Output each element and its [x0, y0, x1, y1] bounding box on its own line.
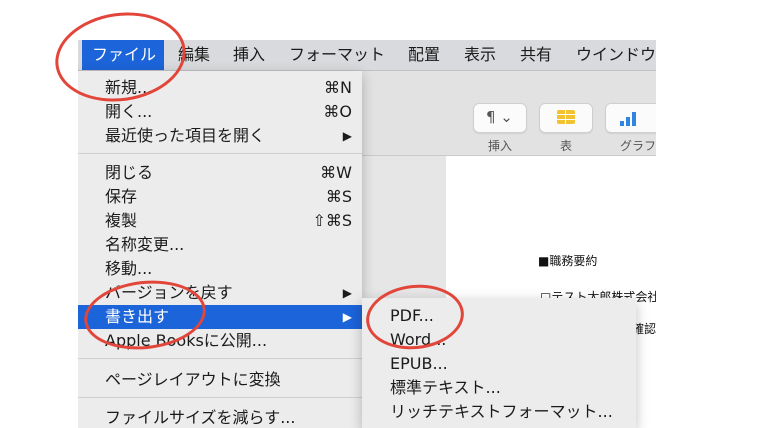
table-button[interactable]	[539, 103, 593, 133]
menu-insert[interactable]: 挿入	[233, 40, 265, 70]
app-screenshot: ファイル 編集 挿入 フォーマット 配置 表示 共有 ウインドウ ¶ ⌄ 挿入 …	[78, 40, 656, 428]
table-label: 表	[560, 139, 573, 153]
menu-item-open[interactable]: 開く... ⌘O	[78, 100, 362, 124]
menu-item-rename[interactable]: 名称変更...	[78, 233, 362, 257]
menu-arrange[interactable]: 配置	[408, 40, 440, 70]
chart-icon	[620, 112, 640, 126]
file-menu: 新規... ⌘N 開く... ⌘O 最近使った項目を開く ▶ 閉じる ⌘W 保存 ⌘S 複…	[78, 71, 362, 428]
insert-label: 挿入	[488, 139, 513, 153]
menu-item-open-recent[interactable]: 最近使った項目を開く ▶	[78, 124, 362, 148]
chart-button[interactable]	[605, 103, 656, 133]
menu-format[interactable]: フォーマット	[289, 40, 385, 70]
chevron-right-icon: ▶	[342, 286, 352, 300]
menu-item-save[interactable]: 保存 ⌘S	[78, 185, 362, 209]
menu-window[interactable]: ウインドウ	[576, 40, 656, 70]
menu-item-close[interactable]: 閉じる ⌘W	[78, 161, 362, 185]
export-plain-text[interactable]: 標準テキスト...	[362, 376, 636, 400]
menu-item-duplicate[interactable]: 複製 ⇧⌘S	[78, 209, 362, 233]
toolbar: ¶ ⌄ 挿入 表 グラフ	[361, 71, 656, 156]
insert-button[interactable]: ¶ ⌄	[473, 103, 527, 133]
pilcrow-icon: ¶ ⌄	[486, 108, 513, 126]
menu-item-convert-page-layout[interactable]: ページレイアウトに変換	[78, 368, 362, 392]
export-epub[interactable]: EPUB...	[362, 352, 636, 376]
chevron-right-icon: ▶	[342, 310, 352, 324]
menu-item-reduce-file-size[interactable]: ファイルサイズを減らす...	[78, 406, 362, 428]
menu-separator	[78, 153, 362, 154]
menu-separator	[78, 358, 362, 359]
menu-separator	[78, 397, 362, 398]
doc-heading: ■職務要約	[538, 254, 598, 268]
menu-view[interactable]: 表示	[464, 40, 496, 70]
chevron-right-icon: ▶	[342, 129, 352, 143]
export-rich-text[interactable]: リッチテキストフォーマット...	[362, 400, 636, 424]
menu-share[interactable]: 共有	[520, 40, 552, 70]
table-icon	[557, 110, 575, 124]
menu-item-move[interactable]: 移動...	[78, 257, 362, 281]
chart-label: グラフ	[620, 139, 656, 153]
